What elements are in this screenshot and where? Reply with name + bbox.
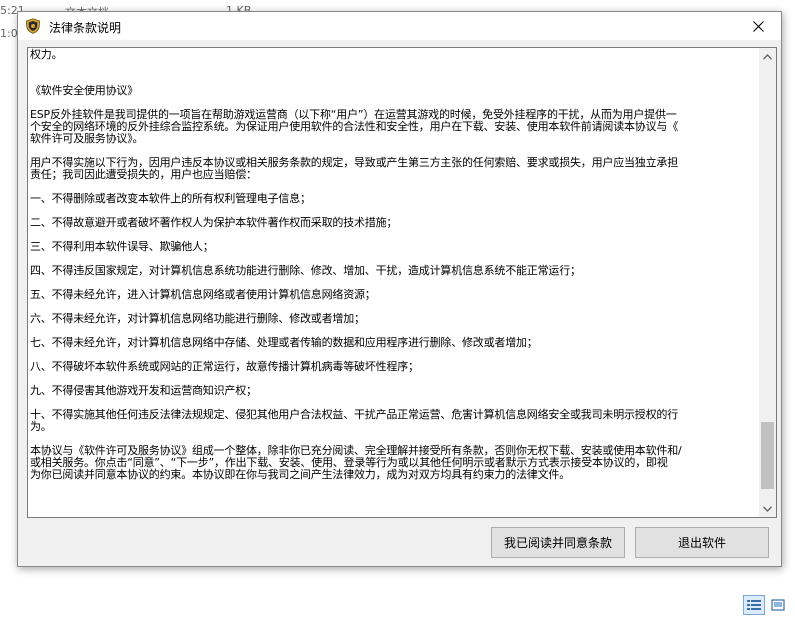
terms-text-line: 三、不得利用本软件误导、欺骗他人；	[30, 240, 214, 253]
terms-text-line: 软件许可及服务协议》。	[30, 132, 144, 145]
terms-text-line: 二、不得故意避开或者破坏著作权人为保护本软件著作权而采取的技术措施；	[30, 216, 398, 229]
close-icon	[752, 20, 764, 32]
details-view-icon	[747, 600, 761, 610]
dialog-titlebar[interactable]: 法律条款说明	[18, 12, 781, 40]
terms-text-line: 《软件安全使用协议》	[30, 84, 138, 97]
terms-text-line: 六、不得未经允许，对计算机信息网络功能进行删除、修改或者增加；	[30, 312, 365, 325]
terms-text-line: 个安全的网络环境的反外挂综合监控系统。为保证用户使用软件的合法性和安全性，用户在…	[30, 120, 678, 133]
scroll-up-button[interactable]	[759, 48, 776, 65]
terms-text-line: 用户不得实施以下行为，因用户违反本协议或相关服务条款的规定，导致或产生第三方主张…	[30, 156, 678, 169]
terms-text-line: ESP反外挂软件是我司提供的一项旨在帮助游戏运营商（以下称“用户”）在运营其游戏…	[30, 108, 677, 121]
terms-text-line: 四、不得违反国家规定，对计算机信息系统功能进行删除、修改、增加、干扰，造成计算机…	[30, 264, 581, 277]
scroll-thumb[interactable]	[761, 421, 774, 489]
close-button[interactable]	[735, 12, 781, 40]
shield-icon	[25, 18, 41, 34]
scroll-down-icon	[763, 505, 772, 512]
terms-text-line: 一、不得删除或者改变本软件上的所有权利管理电子信息；	[30, 192, 311, 205]
exit-software-button[interactable]: 退出软件	[635, 527, 769, 558]
terms-text-line: 五、不得未经允许，进入计算机信息网络或者使用计算机信息网络资源；	[30, 288, 376, 301]
terms-text-area[interactable]: 权力。《软件安全使用协议》 ESP反外挂软件是我司提供的一项旨在帮助游戏运营商（以…	[28, 48, 760, 517]
terms-text-line: 为你已阅读并同意本协议的约束。本协议即在你与我司之间产生法律效力，成为对双方均具…	[30, 468, 570, 481]
background-time-fragment-2: 1:0	[0, 27, 18, 40]
scroll-up-icon	[763, 53, 772, 60]
vertical-scrollbar[interactable]	[759, 48, 776, 517]
terms-text-line: 七、不得未经允许，对计算机信息网络中存储、处理或者传输的数据和应用程序进行删除、…	[30, 336, 538, 349]
terms-text-line: 本协议与《软件许可及服务协议》组成一个整体，除非你已充分阅读、完全理解并接受所有…	[30, 444, 682, 457]
agree-terms-button[interactable]: 我已阅读并同意条款	[491, 527, 625, 558]
details-view-button[interactable]	[743, 595, 765, 615]
dialog-title: 法律条款说明	[49, 21, 122, 35]
large-icon-view-icon	[771, 599, 785, 611]
terms-text-line: 八、不得破坏本软件系统或网站的正常运行，故意传播计算机病毒等破坏性程序；	[30, 360, 419, 373]
legal-terms-dialog: 法律条款说明 权力。《软件安全使用协议》 ESP反外挂软件是我司提供的一项旨在帮助…	[17, 11, 782, 567]
terms-text-line: 责任；我司因此遭受损失的，用户也应当赔偿：	[30, 168, 257, 181]
terms-text-line: 为。	[30, 420, 52, 433]
terms-text-line: 或相关服务。你点击“同意”、“下一步”，作出下载、安装、使用、登录等行为或以其他…	[30, 456, 668, 469]
terms-text-box[interactable]: 权力。《软件安全使用协议》 ESP反外挂软件是我司提供的一项旨在帮助游戏运营商（以…	[27, 47, 777, 518]
terms-text-line: 权力。	[30, 48, 63, 61]
terms-text-line: 十、不得实施其他任何违反法律法规规定、侵犯其他用户合法权益、干扰产品正常运营、危…	[30, 408, 678, 421]
scroll-down-button[interactable]	[759, 500, 776, 517]
large-icon-view-button[interactable]	[767, 595, 789, 615]
terms-text-line: 九、不得侵害其他游戏开发和运营商知识产权；	[30, 384, 257, 397]
explorer-status-bar	[0, 590, 795, 622]
